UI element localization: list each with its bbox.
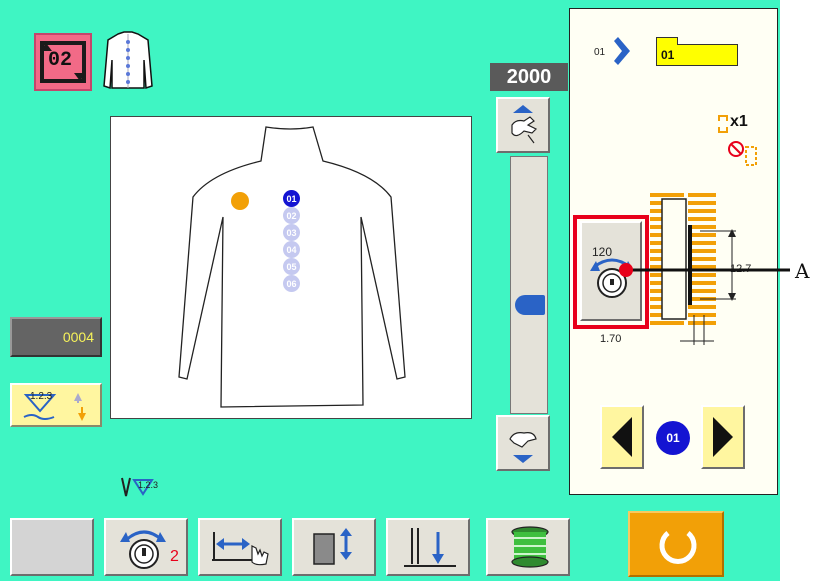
pattern-value: 01 <box>661 48 675 62</box>
needle-down-button[interactable] <box>386 518 470 576</box>
thread-adjust-button[interactable]: 120 <box>580 221 642 321</box>
speed-slider-thumb[interactable] <box>515 295 545 315</box>
repeat-icon: x1 <box>716 113 766 135</box>
reference-point <box>231 192 249 210</box>
feed-button[interactable] <box>198 518 282 576</box>
left-arrow-icon <box>612 417 632 457</box>
bobbin-button[interactable] <box>486 518 570 576</box>
current-button-number: 01 <box>666 431 680 445</box>
ready-icon <box>659 531 697 564</box>
program-number-icon[interactable]: 02 <box>34 33 92 91</box>
screen: 02 01 02 03 04 05 06 2000 0004 1.2.3 1.2… <box>0 0 780 581</box>
thread-tension-button[interactable]: 1.2.3 <box>10 383 102 427</box>
thread-tension-label: 1.2.3 <box>30 391 53 402</box>
shirt-icon <box>100 30 156 92</box>
no-trim-icon <box>726 139 766 169</box>
ready-button[interactable] <box>628 511 724 577</box>
button-position-03: 03 <box>283 224 300 241</box>
pattern-type-label: 01 <box>594 47 606 58</box>
button-position-05: 05 <box>283 258 300 275</box>
bobbin-icon <box>511 526 549 568</box>
next-button[interactable] <box>701 405 745 469</box>
trim-dial-icon <box>120 530 166 569</box>
repeat-label: x1 <box>730 113 748 130</box>
program-number: 02 <box>48 49 73 72</box>
stitch-count: 0004 <box>62 329 94 345</box>
blank-button[interactable] <box>10 518 94 576</box>
button-position-01: 01 <box>283 190 300 207</box>
speed-slider-track[interactable] <box>510 156 548 414</box>
speed-display: 2000 <box>490 63 568 91</box>
thread-trim-button[interactable]: 2 <box>104 518 188 576</box>
stitch-count-button[interactable]: 0004 <box>10 317 102 357</box>
presser-foot-icon <box>313 528 352 565</box>
speed-down-button[interactable] <box>496 415 550 471</box>
button-position-04: 04 <box>283 241 300 258</box>
callout-label: A <box>795 259 810 283</box>
buttonhole-diagram: 12.7 1.70 <box>600 185 778 361</box>
pattern-value-display[interactable]: 01 <box>656 37 738 66</box>
right-panel: 01 01 x1 12.7 1.70 120 01 <box>569 8 778 495</box>
prev-button[interactable] <box>600 405 644 469</box>
pattern-canvas: 01 02 03 04 05 06 <box>110 116 472 419</box>
needle-indicator: 1.2.3 <box>118 476 188 498</box>
needle-label: 1.2.3 <box>138 480 159 490</box>
thread-trim-count: 2 <box>170 548 179 565</box>
feed-icon <box>212 532 269 566</box>
right-arrow-icon <box>713 417 733 457</box>
current-button-badge: 01 <box>656 421 690 455</box>
button-position-02: 02 <box>283 207 300 224</box>
needle-down-icon <box>404 528 456 567</box>
dimension-width: 1.70 <box>600 333 622 345</box>
thread-angle-value: 120 <box>592 245 613 259</box>
dimension-height: 12.7 <box>730 263 752 275</box>
presser-button[interactable] <box>292 518 376 576</box>
pattern-type-icon: 01 <box>592 33 632 71</box>
button-position-06: 06 <box>283 275 300 292</box>
speed-up-button[interactable] <box>496 97 550 153</box>
speed-value: 2000 <box>506 65 552 88</box>
